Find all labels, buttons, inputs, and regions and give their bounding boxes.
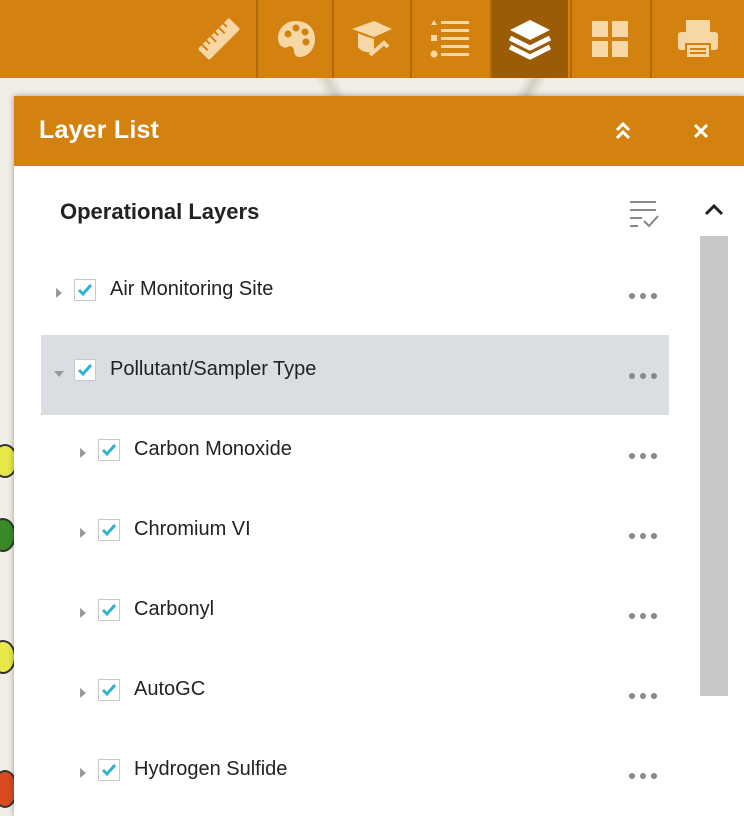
layer-more-options-button[interactable] — [627, 293, 661, 303]
layer-label[interactable]: Hydrogen Sulfide — [134, 758, 287, 781]
layer-label[interactable]: Carbon Monoxide — [134, 438, 292, 461]
ellipsis-icon — [629, 373, 635, 379]
layer-list-panel: Layer List Operational Layers Air Monito… — [14, 96, 744, 816]
list-icon — [430, 20, 469, 58]
grid-icon — [592, 21, 628, 57]
double-chevron-up-icon — [615, 121, 631, 140]
expand-caret-right-icon[interactable] — [80, 688, 86, 698]
tool-about[interactable] — [332, 0, 410, 78]
scroll-up-button[interactable] — [700, 198, 728, 222]
check-icon — [101, 604, 117, 617]
tool-basemap-gallery[interactable] — [256, 0, 334, 78]
ellipsis-icon — [651, 453, 657, 459]
layer-row[interactable]: Air Monitoring Site — [41, 255, 669, 335]
layer-row[interactable]: Chromium VI — [41, 495, 669, 575]
expand-caret-right-icon[interactable] — [56, 288, 62, 298]
ellipsis-icon — [651, 693, 657, 699]
ellipsis-icon — [651, 533, 657, 539]
layers-icon — [508, 20, 552, 60]
layer-row[interactable]: Pollutant/Sampler Type — [41, 335, 669, 415]
layer-more-options-button[interactable] — [627, 453, 661, 463]
tool-legend[interactable] — [410, 0, 488, 78]
layer-row[interactable]: Carbon Monoxide — [41, 415, 669, 495]
close-panel-button[interactable] — [686, 116, 716, 146]
filter-list-icon — [630, 201, 659, 228]
ellipsis-icon — [640, 293, 646, 299]
check-icon — [101, 684, 117, 697]
widget-toolbar — [0, 0, 744, 78]
printer-icon — [678, 20, 718, 59]
ellipsis-icon — [651, 773, 657, 779]
expand-caret-right-icon[interactable] — [80, 448, 86, 458]
layer-label[interactable]: Pollutant/Sampler Type — [110, 358, 316, 381]
ellipsis-icon — [629, 533, 635, 539]
ellipsis-icon — [651, 373, 657, 379]
check-icon — [77, 284, 93, 297]
layer-visibility-checkbox[interactable] — [98, 439, 120, 461]
graduation-cap-icon — [352, 21, 392, 57]
layer-more-options-button[interactable] — [627, 773, 661, 783]
layer-label[interactable]: Carbonyl — [134, 598, 214, 621]
tool-print[interactable] — [650, 0, 744, 78]
check-icon — [101, 524, 117, 537]
panel-header: Layer List — [14, 96, 744, 166]
layer-more-options-button[interactable] — [627, 693, 661, 703]
ellipsis-icon — [629, 453, 635, 459]
scrollbar-thumb[interactable] — [700, 236, 728, 696]
palette-icon — [278, 21, 315, 57]
expand-caret-right-icon[interactable] — [80, 528, 86, 538]
layer-options-button[interactable] — [626, 196, 662, 230]
layer-label[interactable]: Chromium VI — [134, 518, 251, 541]
expand-caret-right-icon[interactable] — [80, 768, 86, 778]
ellipsis-icon — [629, 613, 635, 619]
collapse-panel-button[interactable] — [608, 116, 638, 146]
chevron-up-icon — [704, 203, 724, 216]
close-icon — [693, 123, 709, 139]
layer-row[interactable]: Carbonyl — [41, 575, 669, 655]
ruler-icon — [198, 18, 240, 60]
layer-more-options-button[interactable] — [627, 533, 661, 543]
layer-visibility-checkbox[interactable] — [98, 679, 120, 701]
tool-layer-list[interactable] — [490, 0, 568, 78]
ellipsis-icon — [629, 293, 635, 299]
layer-visibility-checkbox[interactable] — [74, 279, 96, 301]
ellipsis-icon — [640, 533, 646, 539]
layer-visibility-checkbox[interactable] — [98, 519, 120, 541]
layer-label[interactable]: Air Monitoring Site — [110, 278, 273, 301]
tool-more-widgets[interactable] — [570, 0, 648, 78]
ellipsis-icon — [640, 453, 646, 459]
ellipsis-icon — [640, 613, 646, 619]
layer-visibility-checkbox[interactable] — [98, 759, 120, 781]
section-title: Operational Layers — [60, 199, 260, 224]
layer-row[interactable]: AutoGC — [41, 655, 669, 735]
check-icon — [101, 444, 117, 457]
ellipsis-icon — [629, 693, 635, 699]
layer-visibility-checkbox[interactable] — [98, 599, 120, 621]
layer-label[interactable]: AutoGC — [134, 678, 205, 701]
ellipsis-icon — [640, 773, 646, 779]
layer-visibility-checkbox[interactable] — [74, 359, 96, 381]
check-icon — [101, 764, 117, 777]
ellipsis-icon — [640, 373, 646, 379]
expand-caret-right-icon[interactable] — [80, 608, 86, 618]
tool-measurement[interactable] — [180, 0, 258, 78]
ellipsis-icon — [640, 693, 646, 699]
expand-caret-down-icon[interactable] — [54, 371, 64, 377]
layer-row[interactable]: Hydrogen Sulfide — [41, 735, 669, 815]
ellipsis-icon — [651, 613, 657, 619]
panel-title: Layer List — [39, 116, 160, 144]
ellipsis-icon — [651, 293, 657, 299]
check-icon — [77, 364, 93, 377]
layer-more-options-button[interactable] — [627, 613, 661, 623]
ellipsis-icon — [629, 773, 635, 779]
layer-more-options-button[interactable] — [627, 373, 661, 383]
